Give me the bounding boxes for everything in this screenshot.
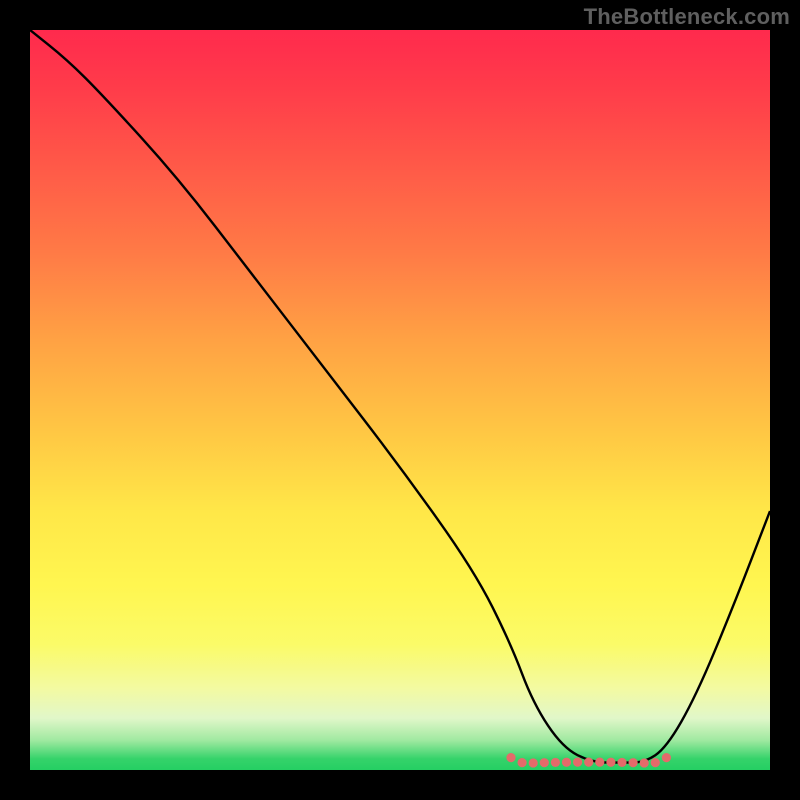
dot-icon [651,758,660,767]
plot-area [30,30,770,770]
dot-icon [506,753,515,762]
dot-icon [540,758,549,767]
dot-icon [617,758,626,767]
dot-icon [573,758,582,767]
dot-icon [595,758,604,767]
dot-icon [584,758,593,767]
dot-icon [629,758,638,767]
watermark-text: TheBottleneck.com [584,4,790,30]
dot-icon [518,758,527,767]
chart-frame: TheBottleneck.com [0,0,800,800]
curve-path [30,30,770,763]
dotted-minimum-icon [506,753,671,768]
dot-icon [551,758,560,767]
dot-icon [606,758,615,767]
dot-icon [529,758,538,767]
dot-icon [662,753,671,762]
dot-icon [562,758,571,767]
bottleneck-curve [30,30,770,770]
dot-icon [640,758,649,767]
